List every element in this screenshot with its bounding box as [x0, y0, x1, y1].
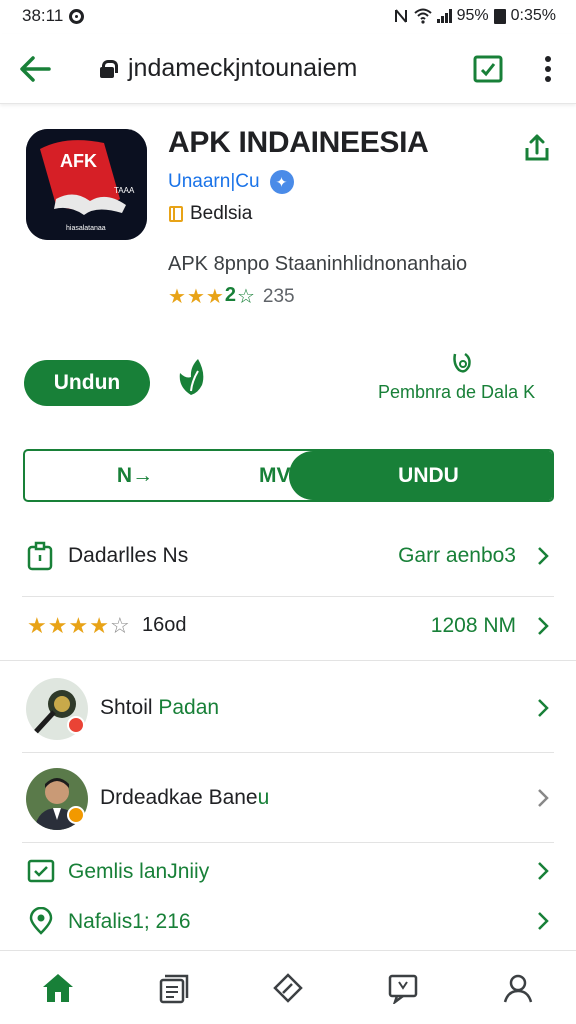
more-vert-icon — [545, 55, 551, 82]
app-icon-subtext: TAAA — [114, 186, 135, 195]
badge-icon — [67, 806, 85, 824]
list-item-person-2[interactable]: Drdeadkae Baneu — [0, 758, 576, 838]
person-2-name: Drdeadkae Bane — [100, 786, 258, 809]
wifi-icon — [413, 8, 432, 24]
back-button[interactable] — [0, 34, 70, 104]
details-label: Dadarlles Ns — [68, 544, 189, 567]
category-row: Bedlsia — [168, 203, 252, 225]
notification-icon — [69, 8, 85, 24]
ratings-row[interactable]: ★ ★ ★ ★ ☆ 16od 1208 NM — [0, 600, 576, 652]
leaf-icon[interactable] — [174, 357, 208, 397]
chevron-right-icon — [538, 862, 549, 880]
share-icon[interactable] — [520, 131, 554, 165]
app-icon-text: AFK — [60, 151, 97, 171]
data-safety-label: Pembnra de Dala K — [378, 382, 536, 402]
battery-icon — [493, 8, 506, 24]
status-time: 38:11 — [22, 6, 64, 25]
rating-stars: ★ ★ ★ 2 ☆ — [168, 284, 255, 309]
browser-toolbar: jndameckjntounaiem — [0, 34, 576, 104]
nav-edit[interactable] — [258, 958, 318, 1018]
person-1-tag: Padan — [158, 696, 220, 719]
back-arrow-icon — [20, 55, 51, 82]
install-button[interactable]: Undun — [24, 360, 150, 406]
category-label: Bedlsia — [190, 203, 253, 224]
tab-switcher-icon — [473, 55, 503, 82]
list-item-location[interactable]: Nafalis1; 216 — [0, 898, 576, 944]
battery-percent: 95% — [456, 7, 489, 24]
inbox-icon — [388, 974, 418, 1004]
star-icon: ★ — [186, 286, 205, 308]
chevron-right-icon — [538, 699, 549, 717]
community-label: Gemlis lanJniiy — [68, 860, 210, 883]
star-icon: ★ — [205, 286, 224, 308]
url-text: jndameckjntounaiem — [128, 54, 358, 82]
more-menu-button[interactable] — [520, 34, 576, 104]
star-outline-icon: ☆ — [109, 613, 130, 638]
person-2-tag: u — [257, 786, 270, 809]
details-row[interactable]: Dadarlles Ns Garr aenbo3 — [0, 530, 576, 582]
list-item-community[interactable]: Gemlis lanJniiy — [0, 848, 576, 894]
details-value: Garr aenbo3 — [398, 544, 516, 567]
message-check-icon — [27, 859, 55, 883]
address-bar[interactable]: jndameckjntounaiem — [70, 54, 456, 83]
bottom-navigation — [0, 950, 576, 1024]
app-rating-row: ★ ★ ★ 2 ☆ 235 — [168, 284, 295, 309]
divider — [22, 842, 554, 843]
divider — [0, 660, 576, 661]
data-safety-icon — [453, 352, 471, 373]
chevron-right-icon — [538, 547, 549, 565]
nfc-icon — [394, 9, 407, 23]
status-extra: 0:35% — [510, 7, 556, 24]
app-title: APK INDAINEESIA — [168, 126, 429, 159]
nav-inbox[interactable] — [373, 958, 433, 1018]
app-icon: AFK TAAA hiasalatanaa — [26, 129, 147, 240]
star-icon: ★ — [68, 613, 89, 638]
edit-icon — [273, 972, 303, 1003]
account-icon — [504, 974, 533, 1002]
star-outline-icon: ☆ — [236, 286, 255, 308]
info-card-icon — [27, 541, 53, 571]
divider — [22, 596, 554, 597]
category-icon — [169, 206, 183, 222]
ratings-count: 16od — [142, 614, 187, 636]
nav-account[interactable] — [488, 958, 548, 1018]
ratings-value: 1208 NM — [430, 614, 516, 637]
nav-library[interactable] — [143, 958, 203, 1018]
star-icon: ★ — [47, 613, 68, 638]
home-icon — [42, 973, 73, 1002]
app-icon-caption: hiasalatanaa — [66, 225, 106, 232]
developer-name[interactable]: Unaarn|Cu — [168, 171, 260, 193]
segment-option-a[interactable]: N→ — [25, 451, 245, 500]
lock-icon — [100, 59, 118, 78]
location-pin-icon — [29, 907, 53, 935]
divider — [22, 752, 554, 753]
segmented-control: N→ MV> UNDU — [23, 449, 554, 502]
verified-icon: ✦ — [269, 170, 294, 194]
person-2-label: Drdeadkae Baneu — [100, 786, 269, 810]
rating-count: 235 — [262, 285, 295, 307]
chevron-right-icon — [538, 789, 549, 807]
star-icon: ★ — [27, 613, 47, 638]
segment-option-c[interactable]: UNDU — [289, 451, 552, 500]
tab-switcher-button[interactable] — [456, 34, 520, 104]
person-1-name: Shtoil — [100, 696, 159, 719]
ratings-stars: ★ ★ ★ ★ ☆ — [27, 613, 130, 639]
badge-icon — [67, 716, 85, 734]
list-item-person-1[interactable]: Shtoil Padan — [0, 668, 576, 748]
location-label: Nafalis1; 216 — [68, 910, 191, 933]
app-description: APK 8pnpo Staaninhlidnonanhaio — [168, 253, 468, 275]
rating-inline-value: 2 — [224, 284, 236, 306]
star-icon: ★ — [168, 286, 186, 308]
library-icon — [159, 974, 189, 1003]
person-1-label: Shtoil Padan — [100, 696, 219, 720]
data-safety-button[interactable]: Pembnra de Dala K — [372, 350, 552, 402]
signal-icon — [436, 9, 452, 23]
nav-home[interactable] — [28, 958, 88, 1018]
chevron-right-icon — [538, 617, 549, 635]
star-half-icon: ★ — [89, 613, 109, 638]
status-bar: 38:11 95% 0:35% — [0, 0, 576, 32]
developer-row[interactable]: Unaarn|Cu ✦ — [168, 170, 294, 194]
app-logo-image: AFK TAAA hiasalatanaa — [26, 129, 147, 240]
chevron-right-icon — [538, 912, 549, 930]
